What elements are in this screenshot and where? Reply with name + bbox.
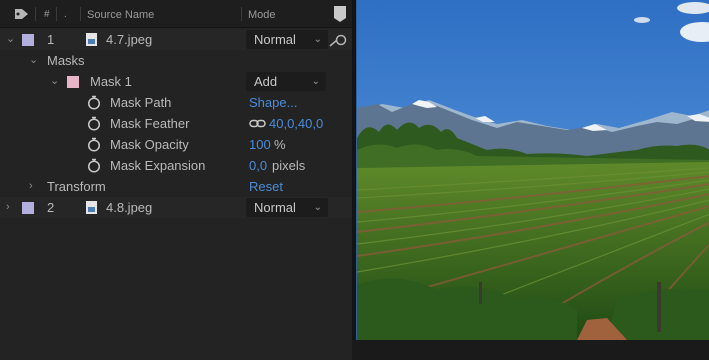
layer-row-1[interactable]: ⌄ 1 4.7.jpeg Normal ⌄ [0, 29, 352, 50]
header-dot: . [64, 9, 67, 20]
transform-reset-link[interactable]: Reset [249, 176, 283, 197]
property-name: Mask Expansion [110, 158, 206, 173]
property-name: Mask Feather [110, 116, 190, 131]
stopwatch-icon[interactable] [87, 137, 101, 152]
timeline-panel: # . Source Name Mode ⌄ 1 4.7.jpeg Normal… [0, 0, 352, 360]
expand-chevron-icon[interactable]: ⌄ [6, 29, 15, 50]
mask-opacity-row: Mask Opacity 100 % [0, 134, 352, 155]
mask-expansion-row: Mask Expansion 0,0 pixels [0, 155, 352, 176]
header-separator[interactable] [80, 7, 81, 21]
blend-mode-dropdown[interactable]: Normal ⌄ [246, 30, 328, 49]
mask-opacity-value[interactable]: 100 [249, 134, 271, 155]
label-tag-icon[interactable] [14, 8, 29, 20]
source-name-column[interactable]: Source Name [87, 9, 154, 21]
mask-expansion-value[interactable]: 0,0 [249, 155, 267, 176]
layer-label-color[interactable] [22, 34, 34, 46]
mask-expansion-unit: pixels [272, 158, 306, 173]
masks-group-row[interactable]: ⌄ Masks [0, 50, 352, 71]
blend-mode-dropdown[interactable]: Normal ⌄ [246, 198, 328, 217]
mask-path-row: Mask Path Shape... [0, 92, 352, 113]
vineyard-landscape-image [357, 0, 709, 340]
property-name: Mask Opacity [110, 137, 189, 152]
blend-mode-value: Normal [254, 200, 296, 215]
header-separator[interactable] [241, 7, 242, 21]
chevron-down-icon: ⌄ [311, 76, 320, 87]
layer-number: 2 [47, 200, 55, 215]
header-separator[interactable] [35, 7, 36, 21]
header-separator[interactable] [56, 7, 57, 21]
stopwatch-icon[interactable] [87, 95, 101, 110]
layer-number: 1 [47, 32, 55, 47]
stopwatch-icon[interactable] [87, 116, 101, 131]
mask-feather-row: Mask Feather 40,0,40,0 [0, 113, 352, 134]
mask-mode-value: Add [254, 74, 278, 89]
masks-label: Masks [47, 53, 85, 68]
layer-number-column: # [44, 9, 50, 20]
transform-group-row[interactable]: › Transform Reset [0, 176, 352, 197]
mask-row-1[interactable]: ⌄ Mask 1 Add ⌄ [0, 71, 352, 92]
mask-feather-value[interactable]: 40,0,40,0 [269, 113, 323, 134]
pin-icon[interactable] [333, 5, 347, 23]
parent-pickwhip-icon[interactable] [329, 33, 347, 47]
expand-chevron-icon[interactable]: ⌄ [29, 50, 38, 71]
layer-name[interactable]: 4.7.jpeg [106, 29, 152, 50]
chevron-down-icon: ⌄ [313, 34, 322, 45]
mask-opacity-unit: % [274, 137, 286, 152]
property-name: Mask Path [110, 95, 172, 110]
transform-label: Transform [47, 179, 106, 194]
blend-mode-value: Normal [254, 32, 296, 47]
preview-footer [352, 340, 709, 360]
mask-path-value[interactable]: Shape... [249, 92, 297, 113]
chevron-down-icon: ⌄ [313, 202, 322, 213]
layer-row-2[interactable]: › 2 4.8.jpeg Normal ⌄ [0, 197, 352, 218]
collapse-chevron-icon[interactable]: › [6, 197, 10, 218]
expand-chevron-icon[interactable]: › [29, 176, 33, 197]
mask-label-color[interactable] [67, 76, 79, 88]
constrain-proportions-link-icon[interactable] [249, 118, 266, 129]
expand-chevron-icon[interactable]: ⌄ [50, 71, 59, 92]
layer-label-color[interactable] [22, 202, 34, 214]
mode-column[interactable]: Mode [248, 9, 276, 21]
image-file-icon [86, 33, 97, 46]
mask-name[interactable]: Mask 1 [90, 71, 132, 92]
layer-name[interactable]: 4.8.jpeg [106, 197, 152, 218]
timeline-header: # . Source Name Mode [0, 0, 352, 28]
mask-mode-dropdown[interactable]: Add ⌄ [246, 72, 326, 91]
composition-preview[interactable] [356, 0, 709, 340]
image-file-icon [86, 201, 97, 214]
stopwatch-icon[interactable] [87, 158, 101, 173]
